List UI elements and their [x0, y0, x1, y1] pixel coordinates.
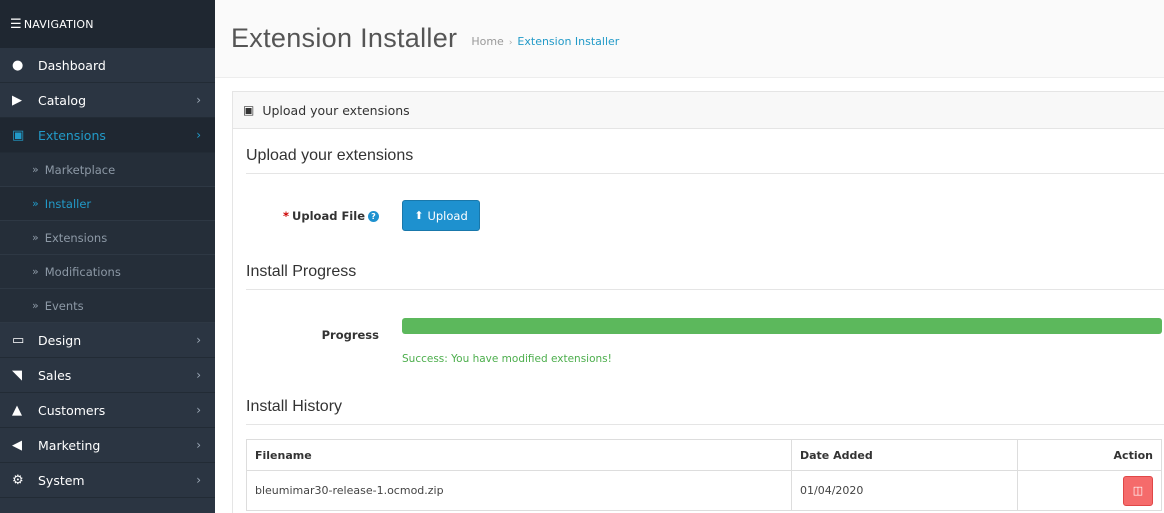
sidebar-item-customers[interactable]: ▲ Customers › — [0, 393, 215, 428]
puzzle-icon: ▣ — [12, 127, 25, 143]
breadcrumb: Home › Extension Installer — [471, 35, 619, 48]
sidebar-item-label: Customers — [38, 402, 106, 418]
sidebar-item-label: Dashboard — [38, 57, 106, 73]
sidebar-subitem-label: Events — [44, 298, 84, 313]
sidebar-item-system[interactable]: ⚙ System › — [0, 463, 215, 498]
chevron-right-icon: › — [196, 368, 201, 382]
sidebar: ☰ NAVIGATION ● Dashboard ▶ Catalog › ▣ Extensi… — [0, 0, 215, 513]
required-mark: * — [283, 209, 290, 223]
column-header-filename: Filename — [246, 439, 792, 471]
dashboard-icon: ● — [12, 57, 24, 73]
panel-heading-title: Upload your extensions — [262, 102, 410, 118]
sidebar-subitem-extensions[interactable]: » Extensions — [0, 221, 215, 255]
cell-date-added: 01/04/2020 — [791, 470, 1018, 511]
sidebar-subitem-modifications[interactable]: » Modifications — [0, 255, 215, 289]
sidebar-menu: ● Dashboard ▶ Catalog › ▣ Extensions › » Marketpl… — [0, 48, 215, 498]
share-icon: ◀ — [12, 437, 22, 453]
main-content: Extension Installer Home › Extension Insta… — [215, 0, 1164, 513]
double-chevron-right-icon: » — [32, 197, 39, 210]
sidebar-subitem-label: Marketplace — [44, 162, 116, 177]
monitor-icon: ▭ — [12, 332, 25, 348]
sidebar-item-label: Sales — [38, 367, 72, 383]
sidebar-subitem-label: Extensions — [44, 230, 108, 245]
sidebar-subitem-label: Modifications — [44, 264, 121, 279]
navigation-header-label: NAVIGATION — [23, 17, 94, 31]
cart-icon: ◥ — [12, 367, 22, 383]
chevron-right-icon: › — [196, 438, 201, 452]
panel-heading: ▣ Upload your extensions — [233, 92, 1164, 129]
chevron-right-icon: › — [196, 93, 201, 107]
sidebar-item-sales[interactable]: ◥ Sales › — [0, 358, 215, 393]
sidebar-item-label: Extensions — [38, 127, 106, 143]
double-chevron-right-icon: » — [32, 163, 39, 176]
help-icon[interactable]: ? — [368, 211, 379, 222]
sidebar-subitem-label: Installer — [44, 196, 92, 211]
sidebar-subitem-marketplace[interactable]: » Marketplace — [0, 153, 215, 187]
sidebar-item-label: Design — [38, 332, 82, 348]
chevron-right-icon: › — [196, 403, 201, 417]
cell-action: ◫ — [1017, 470, 1162, 511]
upload-file-label-text: Upload File — [292, 209, 365, 223]
table-header-row: Filename Date Added Action — [246, 439, 1162, 471]
install-history-section-title: Install History — [246, 398, 1164, 425]
double-chevron-right-icon: » — [32, 299, 39, 312]
sidebar-item-extensions[interactable]: ▣ Extensions › — [0, 118, 215, 153]
sidebar-item-label: System — [38, 472, 85, 488]
upload-icon: ⬆ — [414, 209, 424, 222]
upload-button[interactable]: ⬆ Upload — [402, 200, 480, 231]
upload-section-title: Upload your extensions — [246, 147, 1164, 174]
hamburger-icon: ☰ — [10, 16, 22, 32]
tag-icon: ▶ — [12, 92, 22, 108]
install-history-table: Filename Date Added Action bleumimar30-r… — [246, 439, 1162, 511]
progress-bar — [402, 318, 1162, 334]
chevron-right-icon: › — [196, 128, 201, 142]
sidebar-item-label: Catalog — [38, 92, 87, 108]
user-icon: ▲ — [12, 402, 22, 418]
double-chevron-right-icon: » — [32, 265, 39, 278]
breadcrumb-home-link[interactable]: Home — [471, 35, 503, 48]
breadcrumb-current-link[interactable]: Extension Installer — [517, 35, 619, 48]
install-progress-section-title: Install Progress — [246, 263, 1164, 290]
sidebar-item-dashboard[interactable]: ● Dashboard — [0, 48, 215, 83]
progress-message: Success: You have modified extensions! — [402, 353, 612, 365]
sidebar-subitem-events[interactable]: » Events — [0, 289, 215, 323]
trash-icon: ◫ — [1132, 483, 1144, 497]
puzzle-icon: ▣ — [243, 103, 255, 117]
sidebar-subitem-installer[interactable]: » Installer — [0, 187, 215, 221]
page-header: Extension Installer Home › Extension Insta… — [215, 0, 1164, 78]
progress-bar-fill — [402, 318, 1162, 334]
sidebar-item-design[interactable]: ▭ Design › — [0, 323, 215, 358]
chevron-right-icon: › — [196, 333, 201, 347]
upload-file-label: * Upload File? — [233, 209, 379, 223]
column-header-action: Action — [1017, 439, 1162, 471]
page-title: Extension Installer — [231, 23, 458, 53]
sidebar-item-catalog[interactable]: ▶ Catalog › — [0, 83, 215, 118]
upload-button-label: Upload — [427, 208, 468, 223]
progress-label: Progress — [321, 328, 379, 342]
upload-panel: ▣ Upload your extensions Upload your ext… — [232, 91, 1164, 513]
sidebar-item-label: Marketing — [38, 437, 101, 453]
sidebar-item-marketing[interactable]: ◀ Marketing › — [0, 428, 215, 463]
delete-button[interactable]: ◫ — [1123, 475, 1153, 506]
chevron-right-icon: › — [196, 473, 201, 487]
column-header-date-added: Date Added — [791, 439, 1018, 471]
table-row: bleumimar30-release-1.ocmod.zip 01/04/20… — [246, 470, 1162, 511]
cell-filename: bleumimar30-release-1.ocmod.zip — [246, 470, 792, 511]
cog-icon: ⚙ — [12, 472, 24, 488]
breadcrumb-separator: › — [508, 38, 513, 48]
navigation-header[interactable]: ☰ NAVIGATION — [0, 0, 215, 48]
double-chevron-right-icon: » — [32, 231, 39, 244]
